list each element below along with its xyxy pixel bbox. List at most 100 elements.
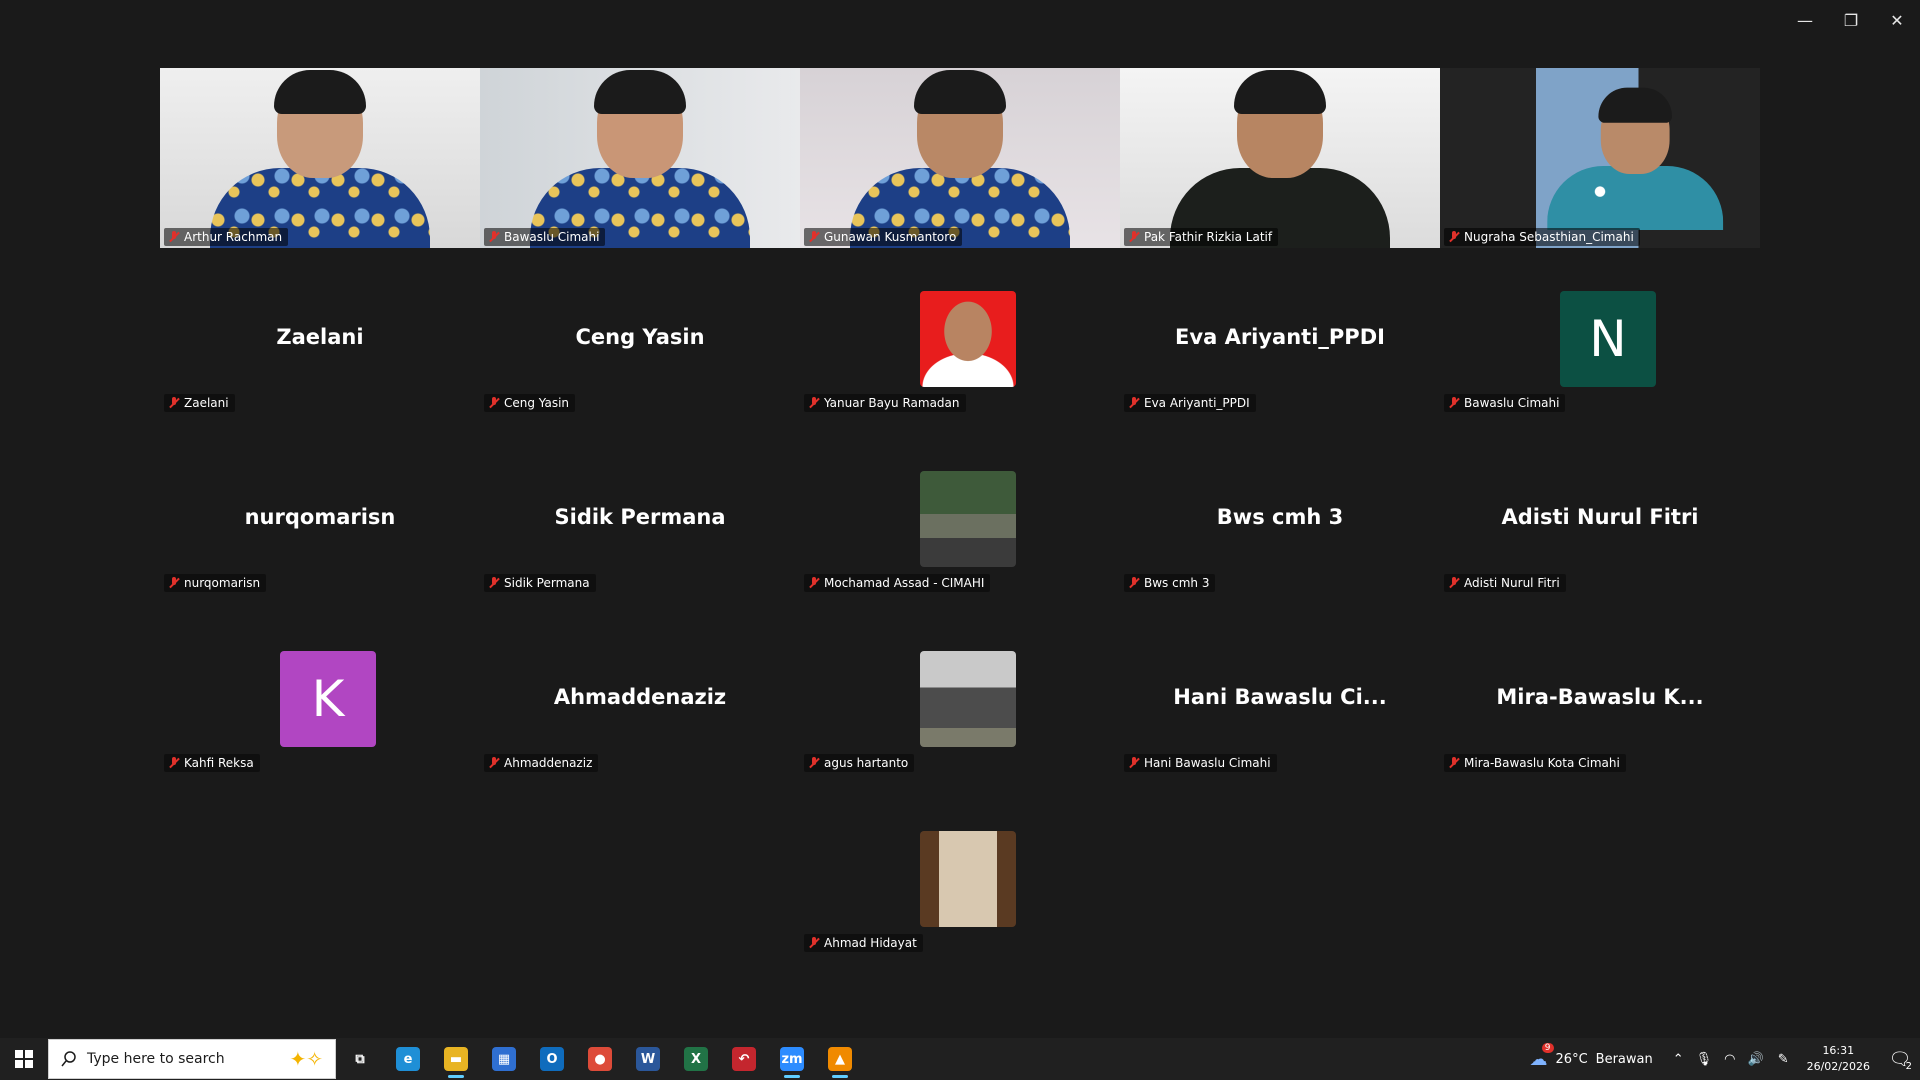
gallery-tile[interactable]: Sidik Permana Sidik Permana <box>480 430 800 610</box>
participant-video <box>1547 86 1724 230</box>
clock[interactable]: 16:31 26/02/2026 <box>1797 1043 1880 1075</box>
gallery-tile[interactable]: Ceng Yasin Ceng Yasin <box>480 250 800 430</box>
participant-name: Bawaslu Cimahi <box>1464 396 1560 410</box>
weather-badge: 9 <box>1541 1042 1554 1053</box>
notification-center-button[interactable]: 🗨 2 <box>1880 1038 1920 1080</box>
taskbar-app-chrome[interactable]: ● <box>576 1038 624 1080</box>
mic-muted-icon <box>1128 577 1140 589</box>
mic-muted-icon <box>1448 757 1460 769</box>
search-highlight-icon: ✦✧ <box>289 1047 323 1071</box>
video-tile[interactable]: Bawaslu Cimahi <box>480 68 800 248</box>
taskbar-app-task-view[interactable]: ⧉ <box>336 1038 384 1080</box>
video-tile[interactable]: Arthur Rachman <box>160 68 480 248</box>
mic-muted-icon <box>808 757 820 769</box>
gallery-tile[interactable]: agus hartanto <box>800 610 1120 790</box>
gallery-tile[interactable]: Adisti Nurul Fitri Adisti Nurul Fitri <box>1440 430 1760 610</box>
gallery-tile[interactable]: Ahmaddenaziz Ahmaddenaziz <box>480 610 800 790</box>
mic-muted-icon <box>808 577 820 589</box>
gallery-tile[interactable]: K Kahfi Reksa <box>160 610 480 790</box>
gallery-tile[interactable]: Bws cmh 3 Bws cmh 3 <box>1120 430 1440 610</box>
taskbar-app-zoom[interactable]: zm <box>768 1038 816 1080</box>
taskbar-app-outlook[interactable]: O <box>528 1038 576 1080</box>
participant-name: Adisti Nurul Fitri <box>1464 576 1560 590</box>
participant-display-name: Zaelani <box>276 325 364 349</box>
profile-photo <box>920 831 1016 927</box>
gallery-tile[interactable]: N Bawaslu Cimahi <box>1440 250 1760 430</box>
participant-name: Arthur Rachman <box>184 230 283 244</box>
participant-name-tag: Arthur Rachman <box>164 228 289 246</box>
profile-photo <box>920 291 1016 387</box>
participant-name-tag: Hani Bawaslu Cimahi <box>1124 754 1277 772</box>
mic-muted-icon <box>168 231 180 243</box>
taskbar-search-box[interactable]: Type here to search ✦✧ <box>48 1039 336 1079</box>
gallery-tile[interactable]: nurqomarisn nurqomarisn <box>160 430 480 610</box>
chevron-up-icon[interactable]: ⌃ <box>1667 1052 1690 1067</box>
participant-display-name: Eva Ariyanti_PPDI <box>1175 325 1385 349</box>
start-button[interactable] <box>0 1038 48 1080</box>
taskbar-app-undo-app[interactable]: ↶ <box>720 1038 768 1080</box>
video-tile[interactable]: Pak Fathir Rizkia Latif <box>1120 68 1440 248</box>
cloud-icon: ☁ 9 <box>1530 1042 1554 1070</box>
participant-name: Bawaslu Cimahi <box>504 230 600 244</box>
chrome-icon: ● <box>588 1047 612 1071</box>
gallery-tile[interactable]: Hani Bawaslu Ci... Hani Bawaslu Cimahi <box>1120 610 1440 790</box>
gallery-tile[interactable]: Eva Ariyanti_PPDI Eva Ariyanti_PPDI <box>1120 250 1440 430</box>
participant-name: Ahmaddenaziz <box>504 756 593 770</box>
participant-name: nurqomarisn <box>184 576 261 590</box>
pen-icon[interactable]: ✎ <box>1770 1052 1797 1067</box>
participant-name: Sidik Permana <box>504 576 590 590</box>
taskbar-app-vlc[interactable]: ▲ <box>816 1038 864 1080</box>
taskbar-app-word[interactable]: W <box>624 1038 672 1080</box>
mic-muted-icon <box>1448 577 1460 589</box>
gallery-tile[interactable]: Yanuar Bayu Ramadan <box>800 250 1120 430</box>
video-tile[interactable]: Gunawan Kusmantoro <box>800 68 1120 248</box>
taskbar-app-file-explorer[interactable]: ▬ <box>432 1038 480 1080</box>
participant-name: Eva Ariyanti_PPDI <box>1144 396 1250 410</box>
gallery-tile[interactable]: Mira-Bawaslu K... Mira-Bawaslu Kota Cimah… <box>1440 610 1760 790</box>
participant-display-name: Bws cmh 3 <box>1216 505 1344 529</box>
participant-name-tag: Nugraha Sebasthian_Cimahi <box>1444 228 1640 246</box>
network-icon[interactable]: ◠ <box>1718 1052 1741 1067</box>
system-tray: ☁ 9 26°C Berawan ⌃ 🎙 ◠ 🔊 ✎ 16:31 26/02/20… <box>1516 1038 1920 1080</box>
participant-video <box>1170 68 1390 248</box>
participant-name-tag: Bawaslu Cimahi <box>1444 394 1566 412</box>
letter-avatar: N <box>1560 291 1656 387</box>
participant-name-tag: nurqomarisn <box>164 574 267 592</box>
gallery-tile[interactable]: Ahmad Hidayat <box>800 790 1120 970</box>
video-tile[interactable]: Nugraha Sebasthian_Cimahi <box>1440 68 1760 248</box>
participant-name: Ahmad Hidayat <box>824 936 917 950</box>
mic-muted-icon <box>1448 397 1460 409</box>
participant-name: Bws cmh 3 <box>1144 576 1210 590</box>
word-icon: W <box>636 1047 660 1071</box>
weather-widget[interactable]: ☁ 9 26°C Berawan <box>1516 1042 1667 1070</box>
volume-icon[interactable]: 🔊 <box>1742 1052 1770 1067</box>
taskbar-app-edge[interactable]: e <box>384 1038 432 1080</box>
mic-muted-icon <box>168 577 180 589</box>
mic-muted-icon <box>808 231 820 243</box>
taskbar-app-excel[interactable]: X <box>672 1038 720 1080</box>
participant-name-tag: Kahfi Reksa <box>164 754 260 772</box>
close-button[interactable]: ✕ <box>1874 0 1920 40</box>
outlook-icon: O <box>540 1047 564 1071</box>
participant-name: Ceng Yasin <box>504 396 570 410</box>
edge-icon: e <box>396 1047 420 1071</box>
participant-name-tag: agus hartanto <box>804 754 915 772</box>
windows-logo-icon <box>15 1050 33 1068</box>
participant-name-tag: Sidik Permana <box>484 574 596 592</box>
participant-name-tag: Mira-Bawaslu Kota Cimahi <box>1444 754 1626 772</box>
participant-name-tag: Ahmad Hidayat <box>804 934 923 952</box>
mic-muted-icon <box>488 397 500 409</box>
mic-muted-icon <box>488 757 500 769</box>
pinned-apps: ⧉ e ▬ ▦ O ● W X ↶ zm ▲ <box>336 1038 864 1080</box>
clock-date: 26/02/2026 <box>1806 1060 1870 1073</box>
gallery-tile[interactable]: Zaelani Zaelani <box>160 250 480 430</box>
gallery-tile[interactable]: Mochamad Assad - CIMAHI <box>800 430 1120 610</box>
mic-muted-icon <box>168 757 180 769</box>
microphone-icon[interactable]: 🎙 <box>1690 1052 1719 1067</box>
mic-muted-icon <box>808 397 820 409</box>
task-view-icon: ⧉ <box>355 1051 365 1067</box>
minimize-button[interactable]: — <box>1782 0 1828 40</box>
restore-button[interactable]: ❐ <box>1828 0 1874 40</box>
participant-display-name: Ceng Yasin <box>575 325 705 349</box>
taskbar-app-store[interactable]: ▦ <box>480 1038 528 1080</box>
